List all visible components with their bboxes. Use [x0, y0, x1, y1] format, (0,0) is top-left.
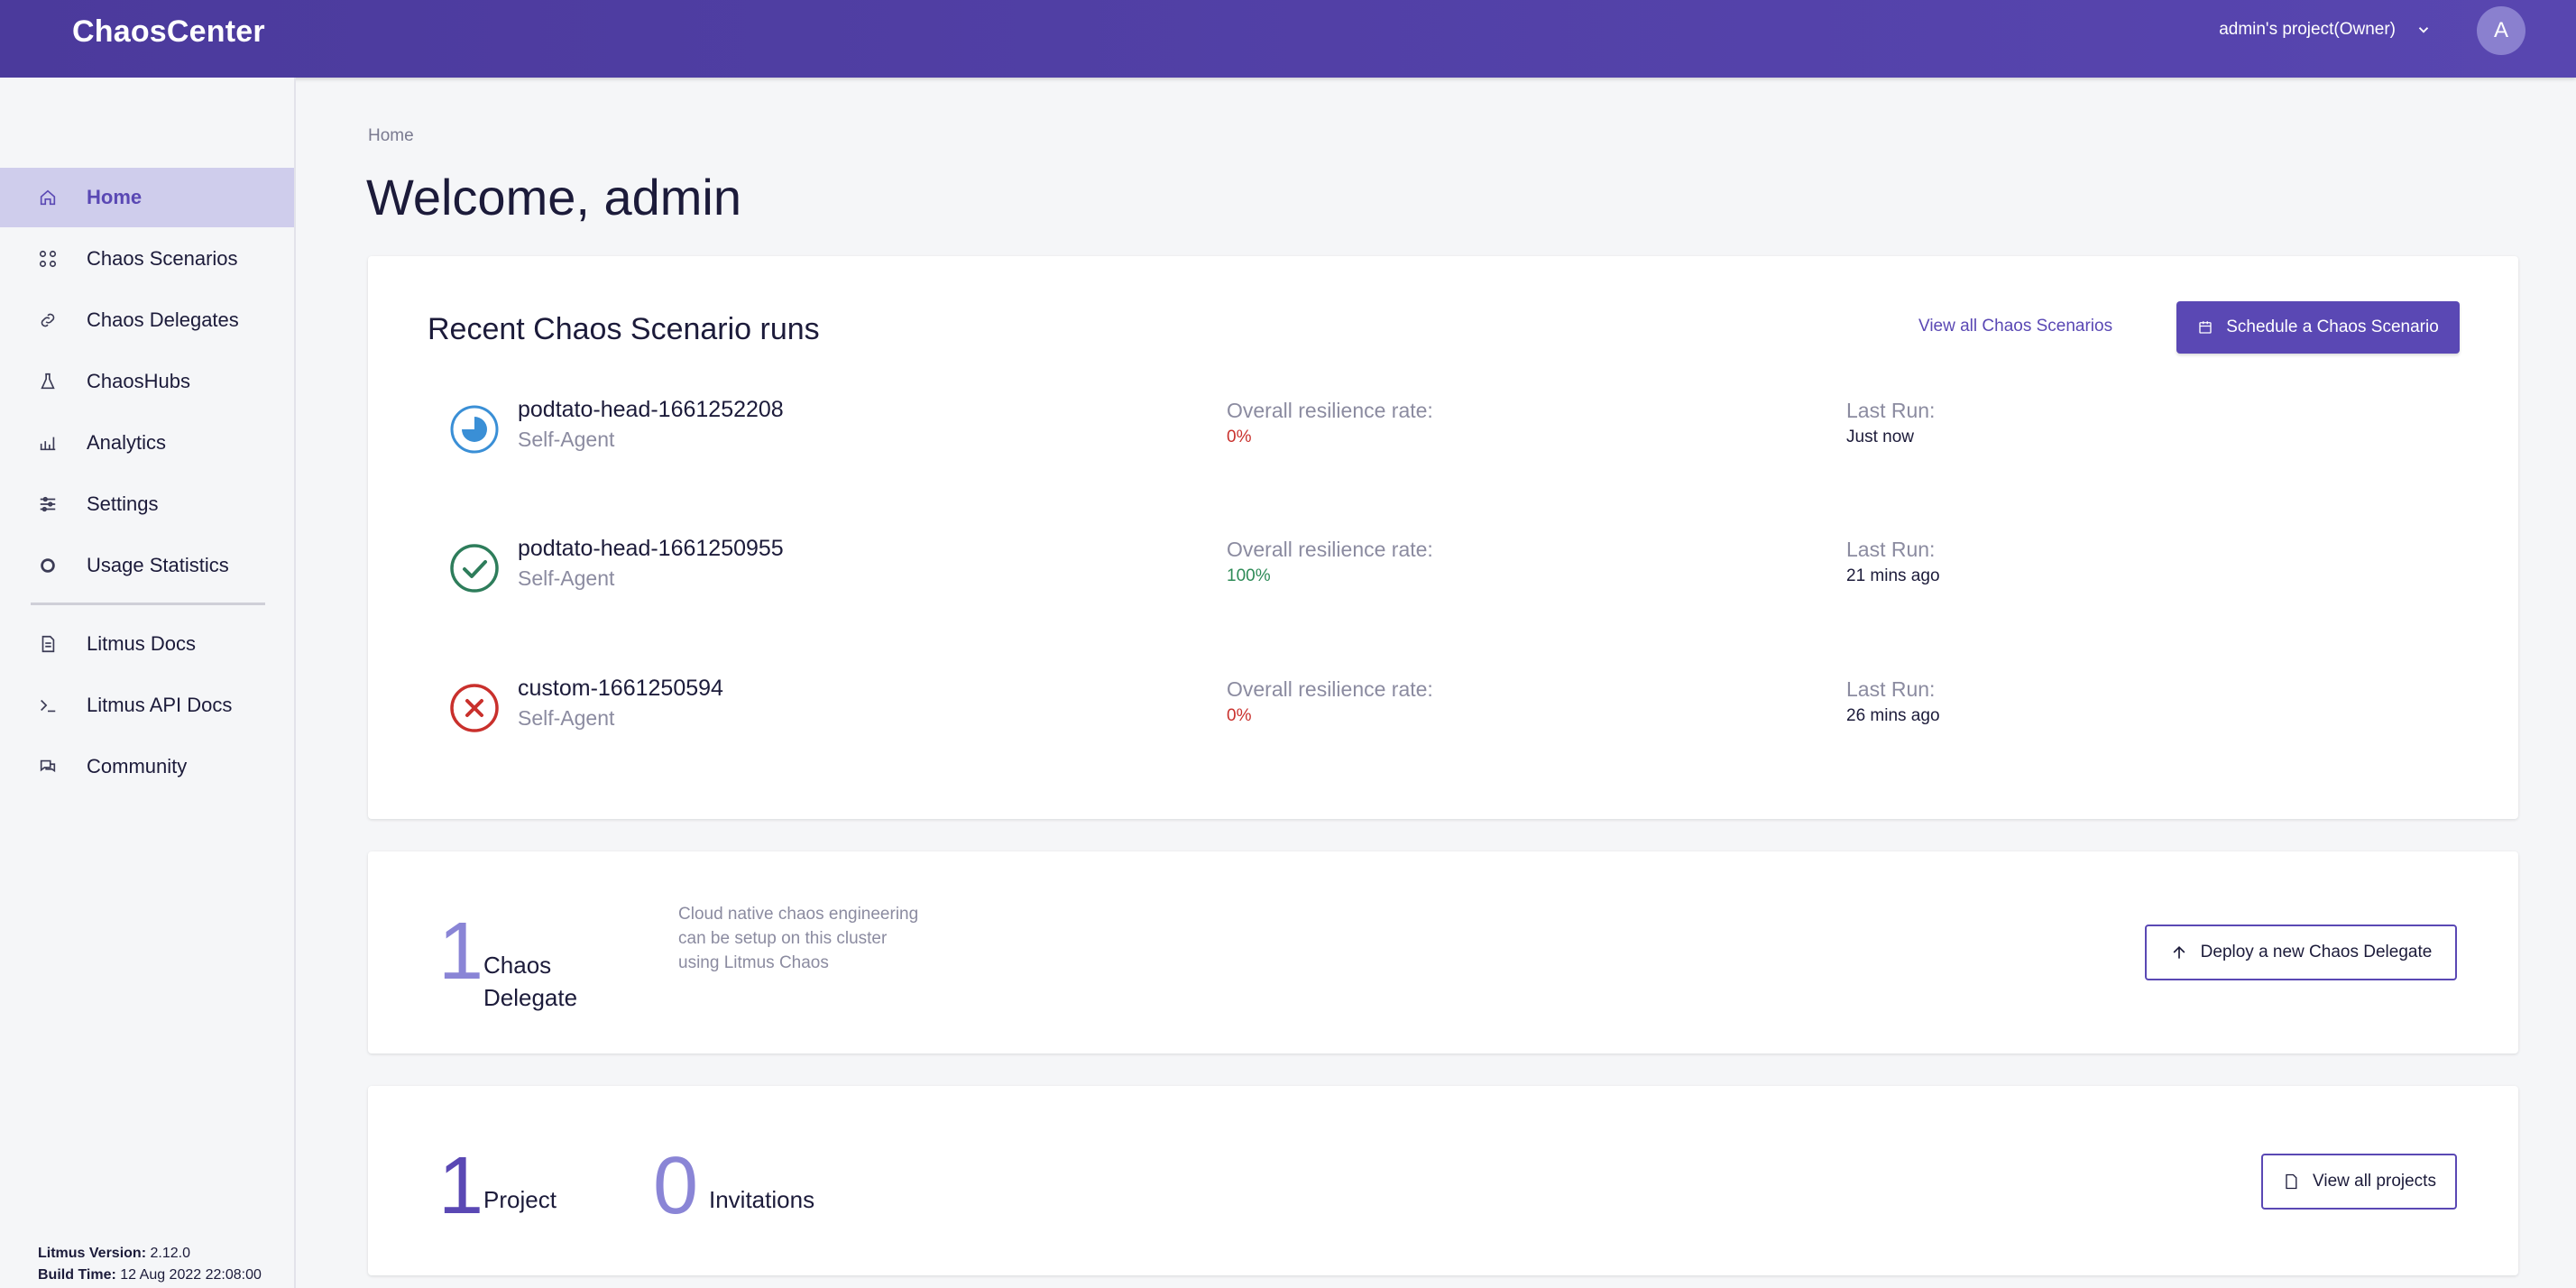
project-selector[interactable]: admin's project(Owner) [2219, 20, 2432, 40]
run-agent: Self-Agent [518, 706, 615, 730]
recent-runs-card: Recent Chaos Scenario runs View all Chao… [368, 256, 2518, 819]
last-run-value: 21 mins ago [1846, 566, 1940, 585]
sidebar-divider [31, 603, 265, 605]
build-time-label: Build Time: [38, 1267, 116, 1283]
last-run-value: Just now [1846, 428, 1914, 446]
run-row[interactable]: podtato-head-1661250955 Self-Agent Overa… [449, 530, 2470, 621]
chevron-down-icon [2418, 27, 2429, 33]
sidebar-item-label: Analytics [87, 431, 167, 454]
schedule-scenario-button[interactable]: Schedule a Chaos Scenario [2176, 301, 2460, 354]
resilience-label: Overall resilience rate: [1227, 677, 1433, 701]
view-all-projects-button[interactable]: View all projects [2261, 1154, 2457, 1210]
sidebar-item-home[interactable]: Home [0, 168, 294, 227]
resilience-label: Overall resilience rate: [1227, 538, 1433, 561]
view-all-scenarios-link[interactable]: View all Chaos Scenarios [1918, 317, 2112, 336]
home-icon [36, 186, 60, 209]
version-label: Litmus Version: [38, 1246, 147, 1261]
sidebar-link-litmus-docs[interactable]: Litmus Docs [0, 614, 294, 674]
link-icon [36, 308, 60, 332]
build-time-value: 12 Aug 2022 22:08:00 [120, 1267, 262, 1283]
resilience-label: Overall resilience rate: [1227, 399, 1433, 422]
run-row[interactable]: podtato-head-1661252208 Self-Agent Overa… [449, 391, 2470, 482]
resilience-value: 0% [1227, 428, 1252, 446]
invitation-label: Invitations [709, 1186, 815, 1213]
page-title: Welcome, admin [366, 169, 742, 225]
sidebar-item-label: Chaos Delegates [87, 308, 239, 331]
deploy-delegate-label: Deploy a new Chaos Delegate [2200, 943, 2433, 961]
sidebar: Home Chaos Scenarios Chaos Delegates Cha… [0, 78, 296, 1288]
run-name[interactable]: podtato-head-1661250955 [518, 536, 784, 562]
projects-card: 1 Project 0 Invitations View all project… [368, 1086, 2518, 1275]
resilience-value: 0% [1227, 706, 1252, 725]
run-row[interactable]: custom-1661250594 Self-Agent Overall res… [449, 670, 2470, 760]
sidebar-item-chaoshubs[interactable]: ChaosHubs [0, 352, 294, 411]
grid-icon [36, 247, 60, 271]
success-check-icon [450, 544, 499, 593]
delegates-card: 1 Chaos Delegate Cloud native chaos engi… [368, 851, 2518, 1053]
recent-runs-title: Recent Chaos Scenario runs [428, 312, 820, 346]
sidebar-item-usage-statistics[interactable]: Usage Statistics [0, 536, 294, 595]
sidebar-item-label: Chaos Scenarios [87, 247, 238, 270]
sidebar-item-label: ChaosHubs [87, 370, 190, 392]
sidebar-link-litmus-api-docs[interactable]: Litmus API Docs [0, 676, 294, 735]
delegate-count: 1 [438, 906, 484, 997]
running-status-icon [450, 405, 499, 454]
last-run-label: Last Run: [1846, 538, 1936, 561]
project-selector-label: admin's project(Owner) [2219, 20, 2396, 39]
chat-icon [36, 755, 60, 778]
sidebar-item-label: Usage Statistics [87, 554, 229, 576]
sidebar-item-label: Litmus Docs [87, 632, 197, 655]
last-run-label: Last Run: [1846, 399, 1936, 422]
terminal-icon [36, 694, 60, 717]
view-all-projects-label: View all projects [2313, 1172, 2436, 1191]
sidebar-item-label: Settings [87, 492, 159, 515]
calendar-icon [2199, 321, 2212, 334]
avatar[interactable]: A [2477, 6, 2525, 55]
sidebar-item-label: Home [87, 186, 143, 208]
run-agent: Self-Agent [518, 566, 615, 590]
version-info: Litmus Version: 2.12.0 Build Time: 12 Au… [38, 1243, 262, 1286]
breadcrumb[interactable]: Home [368, 126, 414, 146]
invitation-count: 0 [653, 1141, 699, 1231]
document-icon [2286, 1173, 2297, 1190]
sidebar-link-community[interactable]: Community [0, 737, 294, 796]
top-bar: ChaosCenter admin's project(Owner) A [0, 0, 2576, 78]
delegate-description: Cloud native chaos engineering can be se… [678, 905, 919, 972]
arrow-up-icon [2173, 945, 2185, 959]
flask-icon [36, 370, 60, 393]
bar-chart-icon [36, 431, 60, 455]
brand-logo[interactable]: ChaosCenter [72, 14, 265, 50]
document-icon [36, 632, 60, 656]
sliders-icon [36, 492, 60, 516]
project-count: 1 [438, 1141, 484, 1231]
run-name[interactable]: custom-1661250594 [518, 676, 723, 702]
schedule-scenario-label: Schedule a Chaos Scenario [2226, 317, 2439, 336]
run-agent: Self-Agent [518, 428, 615, 451]
sidebar-item-chaos-scenarios[interactable]: Chaos Scenarios [0, 229, 294, 289]
deploy-delegate-button[interactable]: Deploy a new Chaos Delegate [2145, 925, 2457, 980]
sidebar-item-analytics[interactable]: Analytics [0, 413, 294, 473]
sidebar-item-label: Litmus API Docs [87, 694, 233, 716]
resilience-value: 100% [1227, 566, 1271, 585]
failed-x-icon [450, 684, 499, 732]
sidebar-item-settings[interactable]: Settings [0, 474, 294, 534]
run-name[interactable]: podtato-head-1661252208 [518, 397, 784, 423]
project-label: Project [483, 1186, 557, 1213]
last-run-value: 26 mins ago [1846, 706, 1940, 725]
sidebar-item-chaos-delegates[interactable]: Chaos Delegates [0, 290, 294, 350]
version-value: 2.12.0 [150, 1246, 190, 1261]
delegate-label: Chaos Delegate [483, 952, 578, 1011]
circle-icon [36, 554, 60, 577]
sidebar-item-label: Community [87, 755, 188, 777]
last-run-label: Last Run: [1846, 677, 1936, 701]
